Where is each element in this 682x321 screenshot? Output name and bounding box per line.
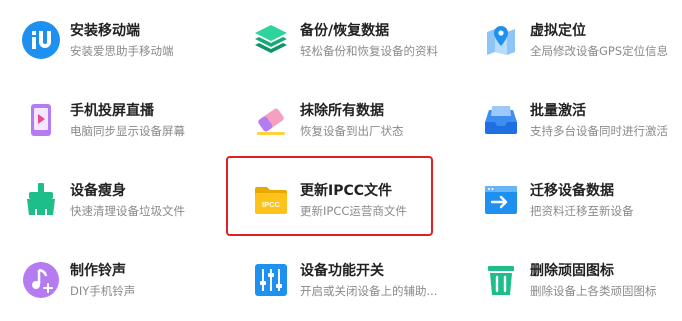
migrate-icon — [478, 177, 524, 223]
phone-play-icon — [18, 97, 64, 143]
tile-subtitle: 开启或关闭设备上的辅助... — [300, 283, 438, 298]
tile-title: 设备瘦身 — [70, 182, 126, 199]
tile-delete-icons[interactable]: 删除顽固图标 删除设备上各类顽固图标 — [478, 254, 682, 306]
music-note-icon — [18, 257, 64, 303]
tile-feature-switch[interactable]: 设备功能开关 开启或关闭设备上的辅助... — [248, 254, 458, 306]
tile-title: 删除顽固图标 — [530, 262, 614, 279]
tile-title: 抹除所有数据 — [300, 102, 384, 119]
trash-icon — [478, 257, 524, 303]
tile-virtual-location[interactable]: 虚拟定位 全局修改设备GPS定位信息 — [478, 14, 682, 66]
layers-icon — [248, 17, 294, 63]
iu-app-icon — [18, 17, 64, 63]
tile-title: 虚拟定位 — [530, 22, 586, 39]
tile-subtitle: 电脑同步显示设备屏幕 — [70, 123, 185, 138]
tile-migrate-data[interactable]: 迁移设备数据 把资料迁移至新设备 — [478, 174, 682, 226]
tile-title: 迁移设备数据 — [530, 182, 614, 199]
tile-subtitle: 把资料迁移至新设备 — [530, 203, 634, 218]
eraser-icon — [248, 97, 294, 143]
tile-erase-all[interactable]: 抹除所有数据 恢复设备到出厂状态 — [248, 94, 458, 146]
tile-title: 安装移动端 — [70, 22, 140, 39]
highlight-box — [226, 156, 433, 236]
tile-backup-restore[interactable]: 备份/恢复数据 轻松备份和恢复设备的资料 — [248, 14, 458, 66]
tile-subtitle: 快速清理设备垃圾文件 — [70, 203, 185, 218]
tile-subtitle: 轻松备份和恢复设备的资料 — [300, 43, 438, 58]
inbox-icon — [478, 97, 524, 143]
tile-title: 手机投屏直播 — [70, 102, 154, 119]
tile-screen-mirror[interactable]: 手机投屏直播 电脑同步显示设备屏幕 — [18, 94, 228, 146]
tile-subtitle: 安装爱思助手移动端 — [70, 43, 174, 58]
tile-title: 设备功能开关 — [300, 262, 384, 279]
broom-icon — [18, 177, 64, 223]
map-pin-icon — [478, 17, 524, 63]
tile-title: 制作铃声 — [70, 262, 126, 279]
tile-title: 备份/恢复数据 — [300, 22, 390, 39]
tile-subtitle: 删除设备上各类顽固图标 — [530, 283, 657, 298]
tile-batch-activate[interactable]: 批量激活 支持多台设备同时进行激活 — [478, 94, 682, 146]
tile-subtitle: DIY手机铃声 — [70, 283, 136, 298]
tile-subtitle: 恢复设备到出厂状态 — [300, 123, 404, 138]
tile-make-ringtone[interactable]: 制作铃声 DIY手机铃声 — [18, 254, 228, 306]
tile-device-slim[interactable]: 设备瘦身 快速清理设备垃圾文件 — [18, 174, 228, 226]
tile-subtitle: 支持多台设备同时进行激活 — [530, 123, 668, 138]
tile-title: 批量激活 — [530, 102, 586, 119]
tile-subtitle: 全局修改设备GPS定位信息 — [530, 43, 669, 58]
sliders-icon — [248, 257, 294, 303]
tile-install-mobile[interactable]: 安装移动端 安装爱思助手移动端 — [18, 14, 228, 66]
